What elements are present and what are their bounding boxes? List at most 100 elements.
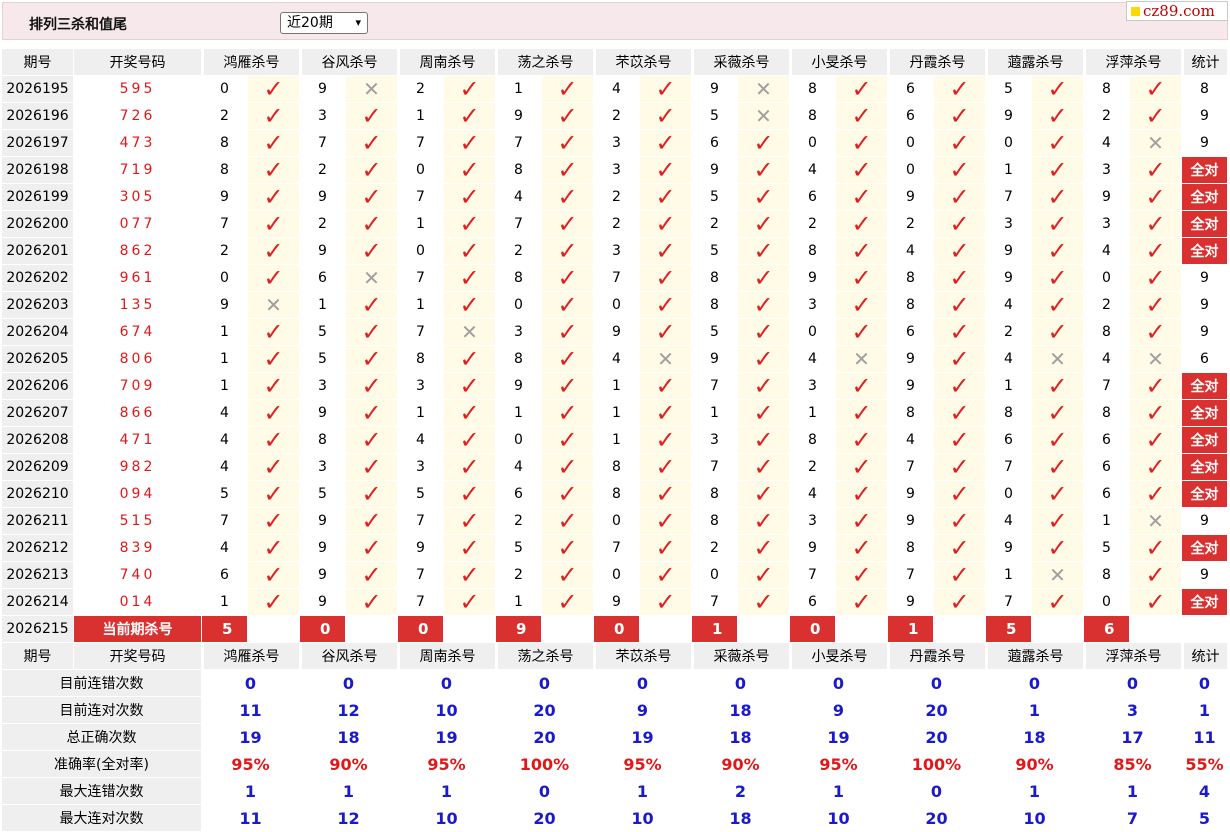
kill-number: 1 xyxy=(398,292,444,319)
check-icon: ✓ xyxy=(346,346,398,373)
kill-number: 3 xyxy=(300,454,346,481)
check-icon: ✓ xyxy=(1130,427,1182,454)
check-icon: ✓ xyxy=(934,103,986,130)
table-row: 2026214 014 1 ✓ 9 ✓ 7 ✓ 1 ✓ 9 ✓ 7 ✓ 6 ✓ 9 ✓ 7 ✓ 0 ✓ 全对 xyxy=(2,589,1228,616)
stat-value: 0 xyxy=(1084,670,1182,697)
kill-number: 4 xyxy=(1084,346,1130,373)
check-icon: ✓ xyxy=(444,265,496,292)
check-icon: ✓ xyxy=(444,157,496,184)
count-cell: 9 xyxy=(1182,265,1228,292)
check-icon: ✓ xyxy=(542,265,594,292)
kill-number: 9 xyxy=(986,265,1032,292)
check-icon: ✓ xyxy=(640,481,692,508)
stat-value: 85% xyxy=(1084,751,1182,778)
table-row: 2026197 473 8 ✓ 7 ✓ 7 ✓ 7 ✓ 3 ✓ 6 ✓ 0 ✓ 0 ✓ 0 ✓ 4 ✕ 9 xyxy=(2,130,1228,157)
check-mark: ✓ xyxy=(655,130,676,157)
kill-number: 8 xyxy=(692,292,738,319)
check-icon: ✓ xyxy=(248,454,300,481)
check-mark: ✓ xyxy=(459,346,480,373)
all-correct-badge: 全对 xyxy=(1182,157,1228,184)
check-mark: ✓ xyxy=(851,427,872,454)
check-mark: ✓ xyxy=(753,535,774,562)
kill-number: 7 xyxy=(888,454,934,481)
check-mark: ✓ xyxy=(361,157,382,184)
cross-icon: ✕ xyxy=(738,76,790,103)
check-mark: ✓ xyxy=(1047,103,1068,130)
check-mark: ✓ xyxy=(949,238,970,265)
check-mark: ✓ xyxy=(361,589,382,616)
kill-number: 0 xyxy=(202,265,248,292)
period-cell: 2026209 xyxy=(2,454,74,481)
check-mark: ✓ xyxy=(753,346,774,373)
check-mark: ✓ xyxy=(263,130,284,157)
check-icon: ✓ xyxy=(640,562,692,589)
column-header: 芣苡杀号 xyxy=(594,643,692,670)
check-mark: ✓ xyxy=(263,238,284,265)
kill-number: 7 xyxy=(398,184,444,211)
check-mark: ✓ xyxy=(557,346,578,373)
kill-number: 3 xyxy=(986,211,1032,238)
check-icon: ✓ xyxy=(248,562,300,589)
check-icon: ✓ xyxy=(346,103,398,130)
kill-number: 9 xyxy=(888,481,934,508)
kill-number: 3 xyxy=(790,508,836,535)
check-mark: ✓ xyxy=(753,562,774,589)
kill-number: 1 xyxy=(202,589,248,616)
cross-icon: ✕ xyxy=(1032,562,1084,589)
all-correct-badge: 全对 xyxy=(1182,184,1228,211)
kill-number: 9 xyxy=(888,589,934,616)
check-icon: ✓ xyxy=(1032,130,1084,157)
check-icon: ✓ xyxy=(542,481,594,508)
check-mark: ✓ xyxy=(557,562,578,589)
check-mark: ✓ xyxy=(557,211,578,238)
check-mark: ✓ xyxy=(851,184,872,211)
check-mark: ✓ xyxy=(557,427,578,454)
check-mark: ✓ xyxy=(753,292,774,319)
kill-number: 1 xyxy=(1084,508,1130,535)
kill-number: 4 xyxy=(594,76,640,103)
kill-number: 9 xyxy=(300,184,346,211)
kill-number: 5 xyxy=(692,103,738,130)
check-mark: ✓ xyxy=(263,427,284,454)
kill-number: 7 xyxy=(986,589,1032,616)
column-header: 期号 xyxy=(2,49,74,76)
period-cell: 2026201 xyxy=(2,238,74,265)
kill-number: 0 xyxy=(594,508,640,535)
kill-number: 0 xyxy=(496,427,542,454)
kill-number: 2 xyxy=(398,76,444,103)
check-mark: ✓ xyxy=(949,76,970,103)
check-icon: ✓ xyxy=(248,427,300,454)
stat-value: 20 xyxy=(888,805,986,832)
count-cell: 9 xyxy=(1182,130,1228,157)
check-icon: ✓ xyxy=(1032,589,1084,616)
kill-number: 7 xyxy=(398,589,444,616)
stat-value: 20 xyxy=(888,724,986,751)
stat-value: 0 xyxy=(1182,670,1228,697)
check-icon: ✓ xyxy=(1130,211,1182,238)
check-mark: ✓ xyxy=(459,427,480,454)
check-mark: ✓ xyxy=(263,400,284,427)
kill-number: 8 xyxy=(594,454,640,481)
kill-number: 4 xyxy=(1084,238,1130,265)
kill-number: 7 xyxy=(692,373,738,400)
check-mark: ✓ xyxy=(459,373,480,400)
period-select[interactable]: 近20期 ▾ xyxy=(280,12,368,34)
stat-value: 18 xyxy=(986,724,1084,751)
stat-value: 1 xyxy=(986,778,1084,805)
column-header: 开奖号码 xyxy=(74,643,202,670)
stat-value: 10 xyxy=(398,805,496,832)
check-icon: ✓ xyxy=(1032,454,1084,481)
brand-badge[interactable]: cz89.com xyxy=(1126,1,1228,21)
kill-number: 9 xyxy=(986,103,1032,130)
column-header: 浮萍杀号 xyxy=(1084,49,1182,76)
check-icon: ✓ xyxy=(738,130,790,157)
blank-cell xyxy=(444,616,496,643)
check-icon: ✓ xyxy=(542,130,594,157)
check-icon: ✓ xyxy=(934,76,986,103)
check-icon: ✓ xyxy=(836,562,888,589)
column-header: 开奖号码 xyxy=(74,49,202,76)
check-icon: ✓ xyxy=(346,319,398,346)
kill-number: 1 xyxy=(398,211,444,238)
check-icon: ✓ xyxy=(836,238,888,265)
check-icon: ✓ xyxy=(542,184,594,211)
